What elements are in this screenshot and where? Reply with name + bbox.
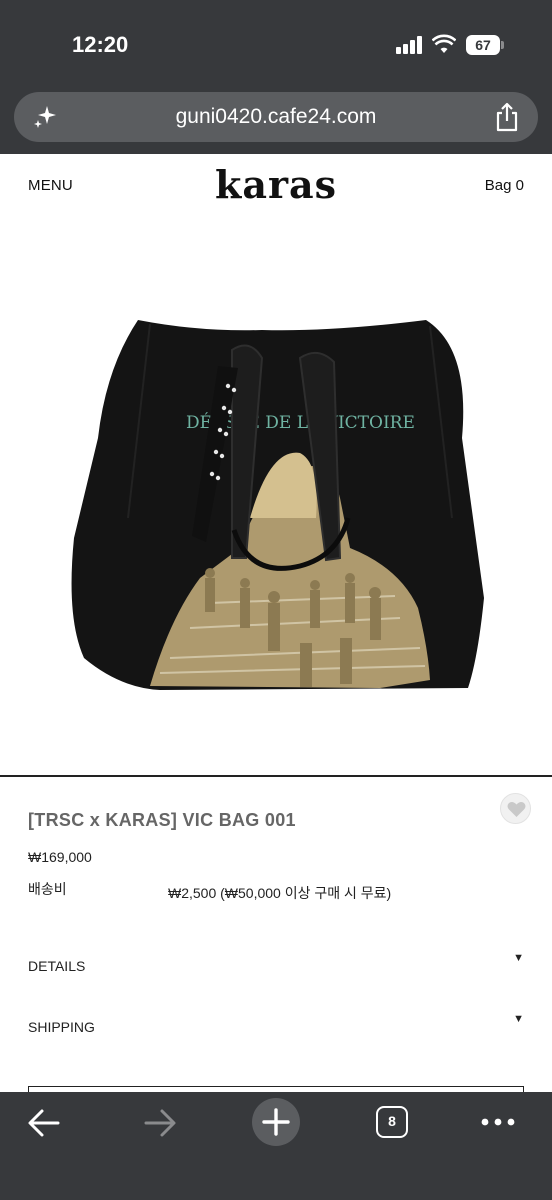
url-text[interactable]: guni0420.cafe24.com [14, 105, 538, 129]
status-bar: 12:20 67 [0, 0, 552, 88]
wishlist-button[interactable] [500, 793, 531, 824]
battery-cap [501, 41, 504, 49]
status-time: 12:20 [72, 32, 129, 57]
cellular-signal-icon [396, 36, 424, 54]
shipping-label: SHIPPING [28, 1019, 95, 1035]
address-bar[interactable]: guni0420.cafe24.com [14, 92, 538, 142]
details-toggle[interactable]: DETAILS ▼ [28, 952, 524, 982]
back-arrow-icon[interactable] [26, 1106, 62, 1140]
product-image[interactable]: DÉESSE DE LA VICTOIRE [0, 218, 552, 774]
product-name: [TRSC x KARAS] VIC BAG 001 [28, 810, 296, 830]
caret-down-icon: ▼ [513, 952, 524, 964]
more-icon[interactable] [478, 1112, 518, 1132]
tote-bag-illustration: DÉESSE DE LA VICTOIRE [71, 320, 485, 690]
tab-count-button[interactable]: 8 [376, 1106, 408, 1138]
wifi-icon [432, 34, 456, 53]
site-logo[interactable]: karas [0, 162, 552, 207]
browser-toolbar: 8 [0, 1092, 552, 1200]
heart-icon [507, 802, 526, 817]
bag-link[interactable]: Bag 0 [485, 177, 524, 194]
share-icon[interactable] [494, 102, 520, 132]
battery-level: 67 [466, 35, 500, 55]
product-price: ₩169,000 [28, 849, 92, 865]
image-divider [0, 775, 552, 777]
shipping-fee-label: 배송비 [28, 881, 67, 897]
plus-icon [262, 1108, 290, 1136]
shipping-fee-value: ₩2,500 (₩50,000 이상 구매 시 무료) [168, 885, 392, 901]
caret-down-icon: ▼ [513, 1013, 524, 1025]
details-label: DETAILS [28, 958, 86, 974]
shipping-toggle[interactable]: SHIPPING ▼ [28, 1013, 524, 1043]
new-tab-button[interactable] [252, 1098, 300, 1146]
forward-arrow-icon[interactable] [142, 1106, 178, 1140]
site-header: MENU karas Bag 0 [0, 154, 552, 218]
browser-address-area: guni0420.cafe24.com [0, 88, 552, 154]
